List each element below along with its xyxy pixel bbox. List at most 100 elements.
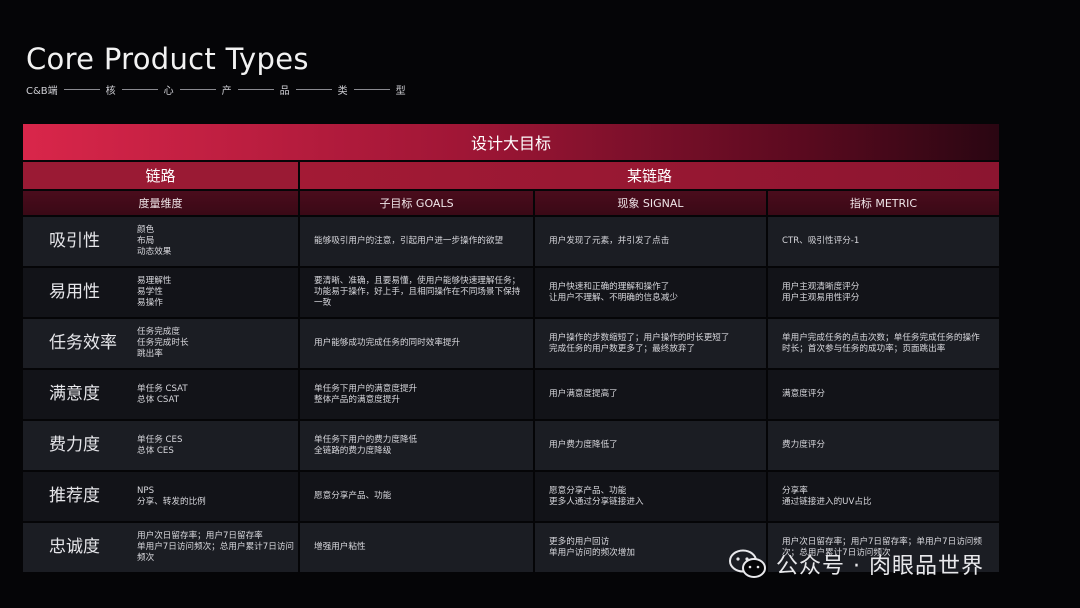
- table-header-primary: 链路 某链路: [23, 162, 999, 189]
- header-some-link: 某链路: [300, 162, 999, 189]
- dimension-name: 易用性: [49, 282, 100, 302]
- dimension-subitem: 布局: [137, 236, 155, 246]
- table-row: 费力度 单任务 CES 总体 CES 单任务下用户的费力度降低 全链路的费力度降级 用户…: [23, 421, 999, 470]
- goals-cell-text: 单任务下用户的满意度提升 整体产品的满意度提升: [314, 383, 418, 405]
- dimension-subitem: 总体 CSAT: [137, 394, 179, 405]
- subtitle-part: 核: [105, 86, 116, 97]
- table-row: 易用性 易理解性 易学性 易操作 要清晰、准确，且要易懂，使用户能够快速理解任务； 功能…: [23, 268, 999, 317]
- metric-cell: 用户主观清晰度评分 用户主观易用性评分: [768, 268, 999, 317]
- table-row: 推荐度 NPS 分享、转发的比例 愿意分享产品、功能 愿意分享产品、功能 更多人通过分享…: [23, 472, 999, 521]
- subtitle-part: 类: [337, 86, 348, 97]
- dimension-cell: 满意度 单任务 CSAT 总体 CSAT: [23, 370, 298, 419]
- dimension-subitem: 总体 CES: [137, 445, 174, 456]
- divider: [295, 89, 332, 90]
- divider: [121, 89, 158, 90]
- dimension-subitem: 易理解性: [137, 276, 172, 286]
- dimension-subitem: 易操作: [137, 298, 163, 308]
- dimension-subitem: 易学性: [137, 287, 163, 297]
- dimension-name: 满意度: [49, 384, 100, 404]
- goals-cell: 增强用户粘性: [300, 523, 533, 572]
- metric-cell-text: 费力度评分: [782, 440, 825, 450]
- metric-cell: 费力度评分: [768, 421, 999, 470]
- dimension-subitem: 颜色: [137, 225, 155, 235]
- subtitle-part: 型: [395, 86, 406, 97]
- dimension-subitem: 动态效果: [137, 247, 172, 257]
- subtitle-part: C&B端: [26, 86, 58, 97]
- dimension-cell: 忠诚度 用户次日留存率；用户7日留存率 单用户7日访问频次；总用户累计7日访问频次: [23, 523, 298, 572]
- signal-cell-text: 用户操作的步数缩短了；用户操作的时长更短了 完成任务的用户数更多了；最终放弃了: [549, 332, 730, 354]
- watermark-text: 公众号 · 肉眼品世界: [776, 554, 984, 579]
- table-row: 吸引性 颜色 布局 动态效果 能够吸引用户的注意，引起用户进一步操作的欲望 用户发现了元素…: [23, 217, 999, 266]
- metric-cell-text: CTR、吸引性评分-1: [782, 236, 860, 246]
- table-row: 满意度 单任务 CSAT 总体 CSAT 单任务下用户的满意度提升 整体产品的满意度提…: [23, 370, 999, 419]
- metric-cell: 分享率 通过链接进入的UV占比: [768, 472, 999, 521]
- subtitle-part: 品: [279, 86, 290, 97]
- table-banner: 设计大目标: [23, 124, 999, 160]
- dimension-cell: 费力度 单任务 CES 总体 CES: [23, 421, 298, 470]
- signal-cell-text: 用户满意度提高了: [549, 389, 618, 399]
- signal-cell: 用户操作的步数缩短了；用户操作的时长更短了 完成任务的用户数更多了；最终放弃了: [535, 319, 766, 368]
- divider: [353, 89, 390, 90]
- page-title: Core Product Types: [26, 42, 309, 76]
- goals-cell: 能够吸引用户的注意，引起用户进一步操作的欲望: [300, 217, 533, 266]
- metric-cell: 单用户完成任务的点击次数；单任务完成任务的操作时长；首次参与任务的成功率；页面跳…: [768, 319, 999, 368]
- dimension-subitems: 单任务 CES 总体 CES: [137, 435, 182, 457]
- wechat-icon: [729, 549, 766, 578]
- signal-cell-text: 用户费力度降低了: [549, 440, 618, 450]
- table-header-secondary: 度量维度 子目标 GOALS 现象 SIGNAL 指标 METRIC: [23, 191, 999, 215]
- dimension-name: 任务效率: [49, 333, 117, 353]
- divider: [179, 89, 216, 90]
- dimension-cell: 任务效率 任务完成度 任务完成时长 跳出率: [23, 319, 298, 368]
- goals-cell-text: 能够吸引用户的注意，引起用户进一步操作的欲望: [314, 236, 504, 246]
- page-subtitle: C&B端 核 心 产 品 类 型: [26, 82, 406, 97]
- signal-cell: 愿意分享产品、功能 更多人通过分享链接进入: [535, 472, 766, 521]
- goals-cell: 单任务下用户的费力度降低 全链路的费力度降级: [300, 421, 533, 470]
- goals-cell-text: 增强用户粘性: [314, 542, 366, 552]
- dimension-name: 费力度: [49, 435, 100, 455]
- dimension-subitems: NPS 分享、转发的比例: [137, 486, 206, 508]
- header-link: 链路: [23, 162, 298, 189]
- header-metric: 指标 METRIC: [768, 191, 999, 215]
- dimension-subitems: 任务完成度 任务完成时长 跳出率: [137, 327, 189, 360]
- dimension-cell: 推荐度 NPS 分享、转发的比例: [23, 472, 298, 521]
- dimension-subitem: 单任务 CSAT: [137, 383, 188, 394]
- dimension-subitems: 颜色 布局 动态效果: [137, 225, 171, 258]
- subtitle-part: 心: [163, 86, 174, 97]
- goals-cell-text: 单任务下用户的费力度降低 全链路的费力度降级: [314, 434, 418, 456]
- subtitle-part: 产: [221, 86, 232, 97]
- dimension-subitem: 单任务 CES: [137, 434, 183, 445]
- goals-cell: 要清晰、准确，且要易懂，使用户能够快速理解任务； 功能易于操作，好上手，且相同操…: [300, 268, 533, 317]
- signal-cell-text: 愿意分享产品、功能 更多人通过分享链接进入: [549, 485, 644, 507]
- dimension-subitem: 任务完成度: [137, 327, 180, 337]
- dimension-cell: 吸引性 颜色 布局 动态效果: [23, 217, 298, 266]
- dimension-subitem: 任务完成时长: [137, 338, 189, 348]
- goals-cell: 用户能够成功完成任务的同时效率提升: [300, 319, 533, 368]
- metric-cell-text: 满意度评分: [782, 389, 825, 399]
- goals-cell-text: 愿意分享产品、功能: [314, 491, 392, 501]
- header-dimension: 度量维度: [23, 191, 298, 215]
- signal-cell: 用户发现了元素，并引发了点击: [535, 217, 766, 266]
- signal-cell: 用户快速和正确的理解和操作了 让用户不理解、不明确的信息减少: [535, 268, 766, 317]
- goals-cell: 愿意分享产品、功能: [300, 472, 533, 521]
- dimension-name: 吸引性: [49, 231, 100, 251]
- header-signal: 现象 SIGNAL: [535, 191, 766, 215]
- goals-cell: 单任务下用户的满意度提升 整体产品的满意度提升: [300, 370, 533, 419]
- signal-cell-text: 用户快速和正确的理解和操作了 让用户不理解、不明确的信息减少: [549, 281, 678, 303]
- dimension-subitems: 易理解性 易学性 易操作: [137, 276, 171, 309]
- dimension-subitem: 跳出率: [137, 349, 163, 359]
- dimension-name: 忠诚度: [49, 537, 100, 557]
- table-row: 任务效率 任务完成度 任务完成时长 跳出率 用户能够成功完成任务的同时效率提升 用户操作的…: [23, 319, 999, 368]
- metric-cell: 满意度评分: [768, 370, 999, 419]
- watermark: 公众号 · 肉眼品世界: [728, 548, 984, 580]
- divider: [63, 89, 100, 90]
- metric-cell-text: 单用户完成任务的点击次数；单任务完成任务的操作时长；首次参与任务的成功率；页面跳…: [782, 332, 980, 354]
- dimension-subitem: 分享、转发的比例: [137, 496, 206, 507]
- goals-cell-text: 用户能够成功完成任务的同时效率提升: [314, 338, 461, 348]
- goals-cell-text: 要清晰、准确，且要易懂，使用户能够快速理解任务； 功能易于操作，好上手，且相同操…: [314, 276, 521, 308]
- dimension-subitem: 单用户7日访问频次；总用户累计7日访问频次: [137, 542, 295, 563]
- divider: [237, 89, 274, 90]
- signal-cell: 用户满意度提高了: [535, 370, 766, 419]
- dimension-name: 推荐度: [49, 486, 100, 506]
- metric-cell-text: 分享率 通过链接进入的UV占比: [782, 485, 872, 507]
- dimension-subitems: 单任务 CSAT 总体 CSAT: [137, 384, 188, 406]
